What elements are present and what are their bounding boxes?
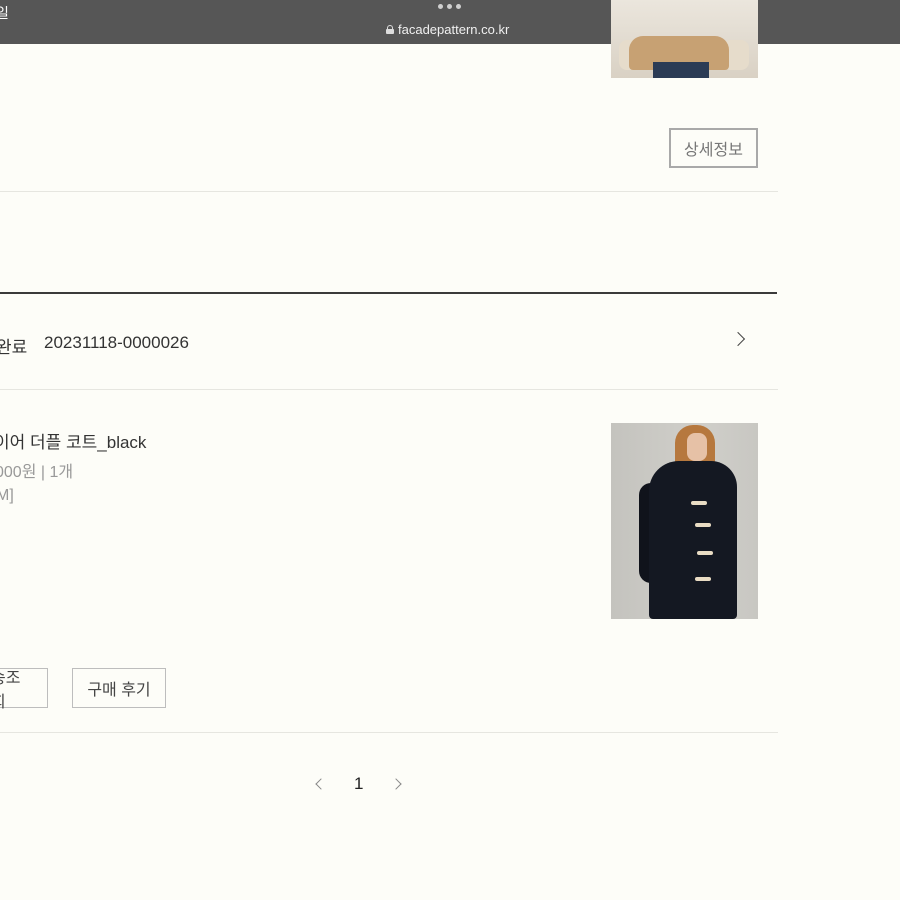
order-status: 완료 [0,338,28,357]
url-text: facadepattern.co.kr [398,22,510,37]
product-name[interactable]: 이어 더플 코트_black [0,428,146,453]
product-option: M] [0,487,14,504]
divider [0,389,778,390]
page-number-current[interactable]: 1 [354,774,363,794]
chevron-left-icon[interactable] [315,778,327,790]
delivery-tracking-button[interactable]: 송조회 [0,668,48,711]
order-section-divider [0,292,777,294]
divider [0,191,778,192]
browser-top-bar: 일 facadepattern.co.kr [0,0,900,44]
lock-icon [386,25,394,34]
divider [0,732,778,733]
purchase-review-button[interactable]: 구매 후기 [72,668,166,708]
product-thumbnail-jacket[interactable] [611,0,758,78]
more-dots-icon[interactable] [438,4,461,9]
clipped-status-text: 일 [0,5,9,21]
detail-info-button[interactable]: 상세정보 [669,128,758,168]
chevron-right-icon[interactable] [390,778,402,790]
product-price-quantity: 000원 | 1개 [0,464,74,481]
order-number[interactable]: 20231118-0000026 [44,333,189,353]
address-bar[interactable]: facadepattern.co.kr [386,22,509,37]
product-thumbnail-duffle-coat[interactable] [611,423,758,619]
chevron-right-icon[interactable] [730,331,746,347]
